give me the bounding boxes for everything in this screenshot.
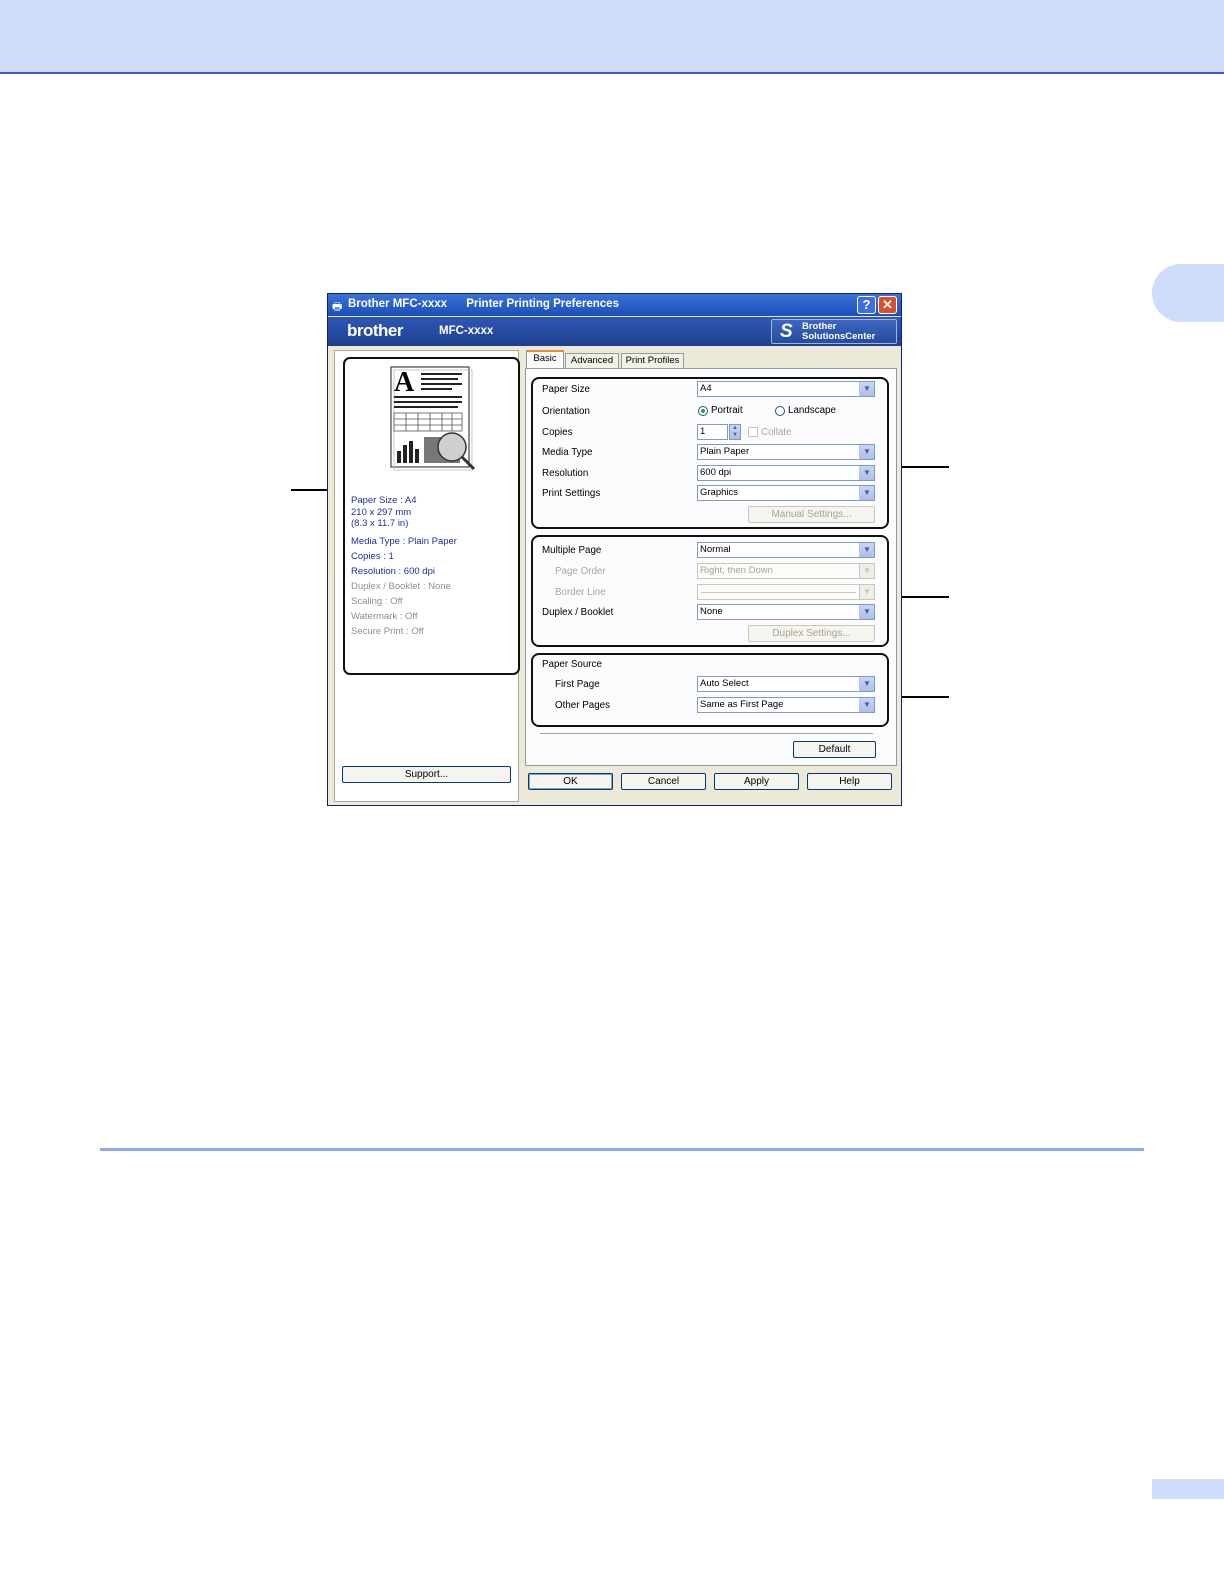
paper-size-label: Paper Size [542,384,590,395]
border-line-label: Border Line [555,587,606,598]
preview-letter: A [394,367,415,398]
panel-separator [540,733,873,735]
chevron-down-icon: ▼ [859,605,874,619]
radio-selected-dot [701,409,705,413]
summary-copies: Copies : 1 [351,551,394,562]
preview-pane: A Paper Size: A4 210 x 297 mm (8.3 x 11… [334,350,520,802]
portrait-radio[interactable] [698,406,708,416]
model-name: MFC-xxxx [439,325,494,337]
multiple-page-value: Normal [700,544,731,555]
print-settings-label: Print Settings [542,488,601,499]
first-page-value: Auto Select [700,678,749,689]
tab-print-profiles[interactable]: Print Profiles [621,353,684,368]
copies-label: Copies [542,427,573,438]
media-type-value: Plain Paper [700,446,750,457]
summary-watermark: Watermark : Off [351,611,418,622]
chevron-down-icon: ▼ [859,585,874,599]
summary-resolution: Resolution : 600 dpi [351,566,435,577]
summary-secure-print: Secure Print : Off [351,626,424,637]
print-settings-select[interactable]: Graphics ▼ [697,485,875,501]
copies-input[interactable]: 1 [697,424,728,440]
help-button[interactable]: Help [807,773,892,790]
apply-button[interactable]: Apply [714,773,799,790]
duplex-settings-button[interactable]: Duplex Settings... [748,625,875,642]
title-bar: 🖶 Brother MFC-xxxx Printer Printing Pref… [328,294,901,316]
chevron-down-icon: ▼ [859,445,874,459]
summary-media-type: Media Type : Plain Paper [351,536,457,547]
portrait-label[interactable]: Portrait [711,405,743,416]
collate-checkbox[interactable] [748,427,758,437]
duplex-booklet-value: None [700,606,723,617]
chevron-down-icon: ▼ [859,486,874,500]
chevron-down-icon: ▼ [859,677,874,691]
print-settings-value: Graphics [700,487,739,498]
solutions-center-icon: S [780,321,793,342]
ok-button[interactable]: OK [528,773,613,790]
border-line-sample [701,592,856,593]
section-divider [100,1148,1144,1151]
page-order-select[interactable]: Right, then Down ▼ [697,563,875,579]
default-button[interactable]: Default [793,741,876,758]
collate-label: Collate [761,427,792,438]
media-type-select[interactable]: Plain Paper ▼ [697,444,875,460]
paper-size-value: A4 [700,383,712,394]
spin-down-icon[interactable]: ▼ [732,432,738,438]
chevron-down-icon: ▼ [859,543,874,557]
printer-icon: 🖶 [332,301,343,313]
resolution-value: 600 dpi [700,467,732,478]
chevron-down-icon: ▼ [859,564,874,578]
page-order-label: Page Order [555,566,606,577]
landscape-radio[interactable] [775,406,785,416]
other-pages-label: Other Pages [555,700,611,711]
page-order-value: Right, then Down [700,565,773,576]
manual-settings-button[interactable]: Manual Settings... [748,506,875,523]
window-title: Brother MFC-xxxx Printer Printing Prefer… [348,298,619,310]
other-pages-select[interactable]: Same as First Page ▼ [697,697,875,713]
brand-banner: brother MFC-xxxx S Brother SolutionsCente… [328,317,901,346]
page-header-band [0,0,1224,74]
multiple-page-select[interactable]: Normal ▼ [697,542,875,558]
orientation-label: Orientation [542,406,590,417]
paper-source-label: Paper Source [542,659,602,670]
tab-advanced[interactable]: Advanced [565,353,619,368]
solutions-center-label: Brother SolutionsCenter [802,321,876,342]
border-line-select[interactable]: ▼ [697,584,875,600]
duplex-booklet-select[interactable]: None ▼ [697,604,875,620]
first-page-label: First Page [555,679,600,690]
chevron-down-icon: ▼ [859,698,874,712]
chevron-down-icon: ▼ [859,382,874,396]
chapter-side-tab [1152,264,1224,322]
chevron-down-icon: ▼ [859,466,874,480]
brother-logo: brother [347,321,404,340]
resolution-select[interactable]: 600 dpi ▼ [697,465,875,481]
page-number-tab [1152,1479,1224,1499]
summary-dimensions-in: (8.3 x 11.7 in) [351,518,409,529]
multiple-page-label: Multiple Page [542,545,602,556]
tab-basic[interactable]: Basic [526,350,564,369]
media-type-label: Media Type [542,447,593,458]
summary-scaling: Scaling : Off [351,596,403,607]
basic-tab-panel: Paper Size A4 ▼ Orientation Portrait Lan… [525,368,897,766]
duplex-booklet-label: Duplex / Booklet [542,607,614,618]
support-button[interactable]: Support... [342,766,511,783]
other-pages-value: Same as First Page [700,699,784,710]
settings-summary-box: A Paper Size: A4 210 x 297 mm (8.3 x 11… [343,357,520,675]
close-icon[interactable]: ✕ [878,296,897,314]
solutions-center-button[interactable]: S Brother SolutionsCenter [771,319,897,344]
page-preview-icon: A [390,366,476,471]
help-icon[interactable]: ? [857,296,876,314]
printing-preferences-dialog: 🖶 Brother MFC-xxxx Printer Printing Pref… [327,293,902,806]
spin-up-icon[interactable]: ▲ [732,425,738,431]
landscape-label[interactable]: Landscape [788,405,836,416]
cancel-button[interactable]: Cancel [621,773,706,790]
first-page-select[interactable]: Auto Select ▼ [697,676,875,692]
paper-size-select[interactable]: A4 ▼ [697,381,875,397]
summary-duplex: Duplex / Booklet : None [351,581,451,592]
summary-paper-size: Paper Size : A4 [351,495,417,506]
resolution-label: Resolution [542,468,589,479]
copies-stepper[interactable]: ▲ ▼ [729,424,741,440]
